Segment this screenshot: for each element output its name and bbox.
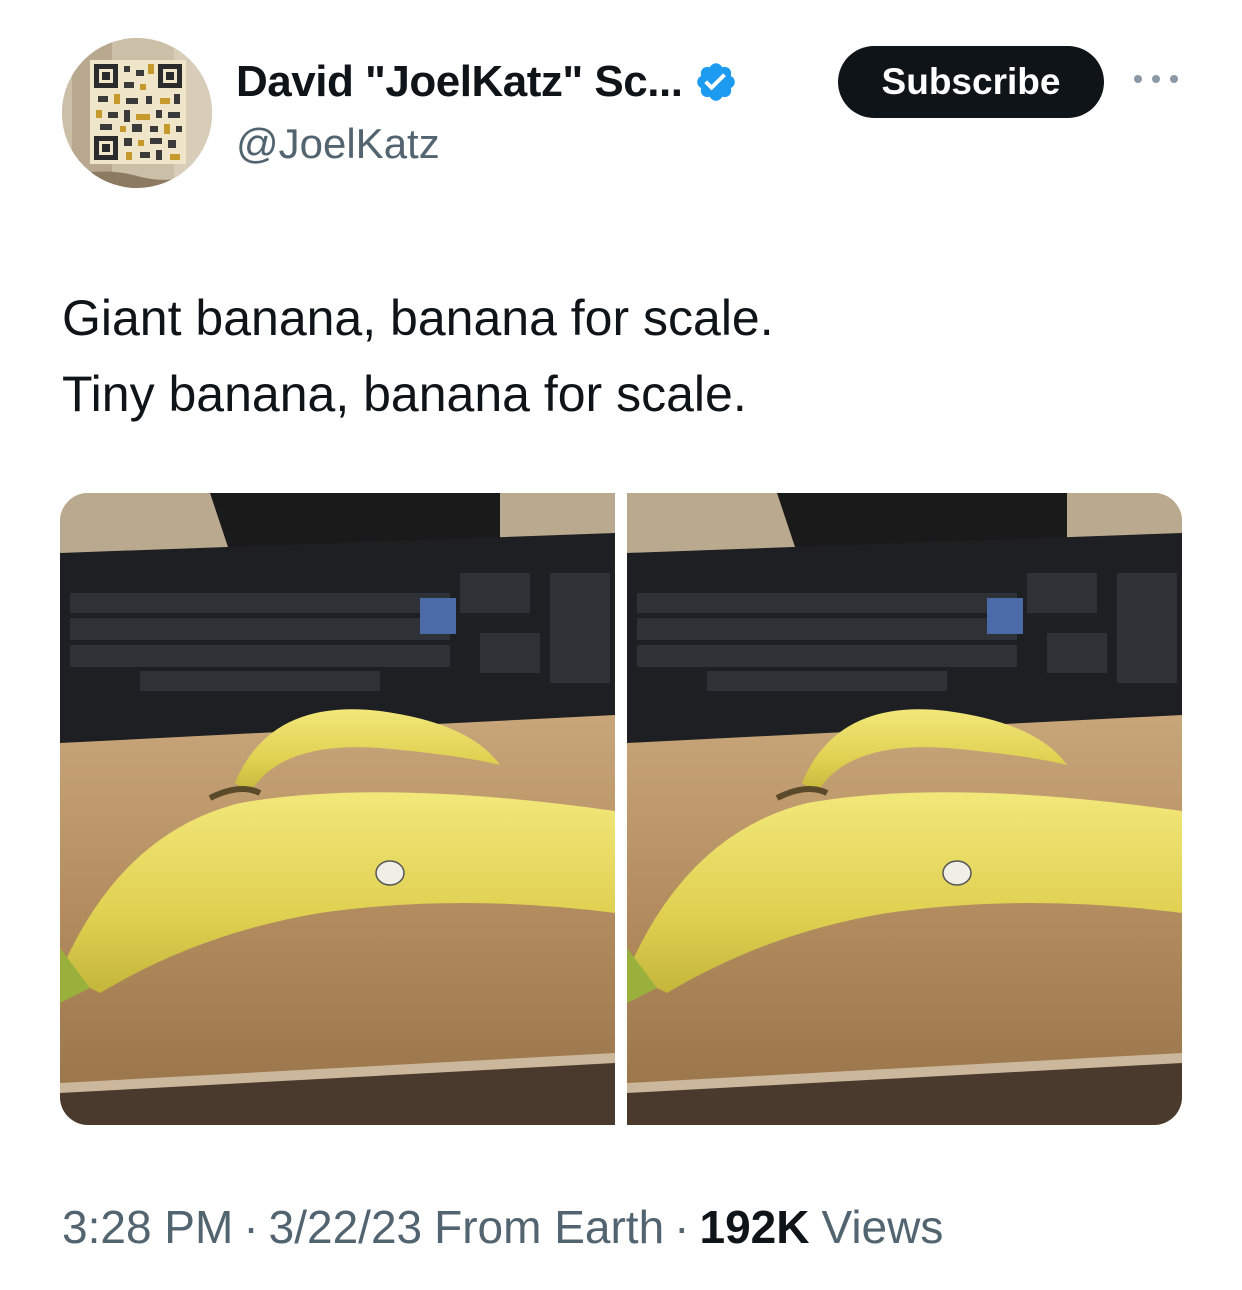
tweet-time[interactable]: 3:28 PM	[62, 1200, 233, 1254]
subscribe-button[interactable]: Subscribe	[838, 46, 1104, 118]
tweet-source: From Earth	[434, 1201, 665, 1253]
display-name[interactable]: David "JoelKatz" Sc...	[236, 57, 683, 107]
tweet-text: Giant banana, banana for scale. Tiny ban…	[62, 280, 774, 432]
more-options-icon[interactable]	[1130, 68, 1182, 90]
tweet-line: Tiny banana, banana for scale.	[62, 366, 747, 422]
author-name-row[interactable]: David "JoelKatz" Sc...	[236, 54, 738, 110]
views-label: Views	[821, 1201, 944, 1253]
banana-photo-image	[60, 493, 615, 1125]
views-count: 192K	[699, 1201, 810, 1253]
avatar[interactable]	[62, 38, 212, 188]
separator: ·	[674, 1201, 690, 1253]
tweet-line: Giant banana, banana for scale.	[62, 290, 774, 346]
media-grid	[60, 493, 1182, 1125]
tweet-photo-2[interactable]	[627, 493, 1182, 1125]
banana-photo-image	[627, 493, 1182, 1125]
verified-badge-icon[interactable]	[694, 60, 738, 104]
tweet-photo-1[interactable]	[60, 493, 615, 1125]
separator: ·	[243, 1201, 259, 1253]
author-handle[interactable]: @JoelKatz	[236, 120, 440, 168]
tweet-date[interactable]: 3/22/23	[269, 1200, 422, 1254]
avatar-image	[62, 38, 212, 188]
tweet-meta: 3:28 PM · 3/22/23 From Earth · 192K View…	[62, 1200, 943, 1254]
